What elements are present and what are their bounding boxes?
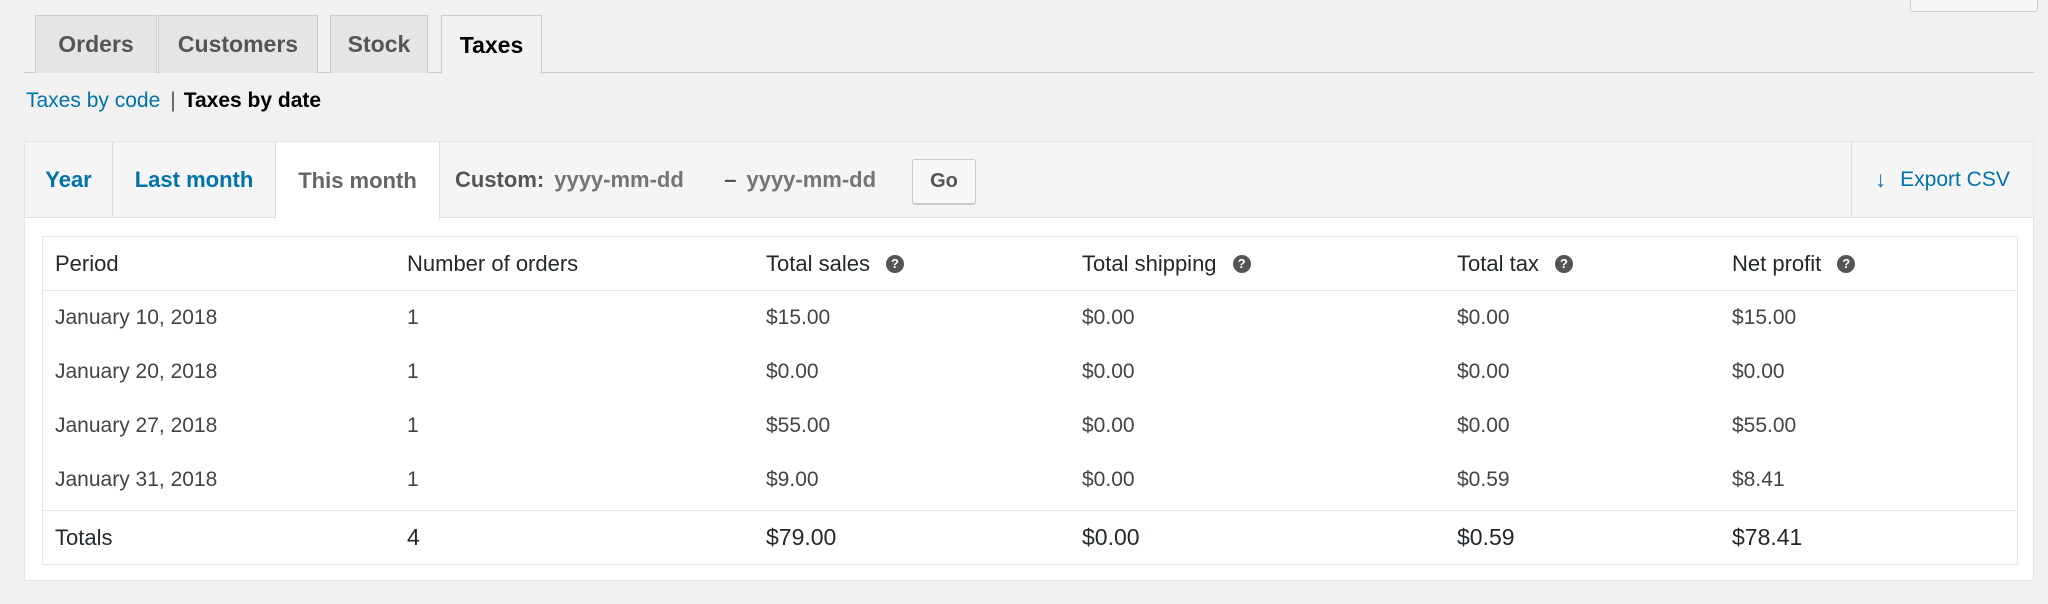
cell-period: January 10, 2018 [55, 306, 218, 329]
cell-sales: $55.00 [766, 414, 831, 437]
cell-shipping: $0.00 [1082, 468, 1135, 491]
tab-stock[interactable]: Stock [330, 15, 428, 73]
date-range-bar: Year Last month This month Custom: – Go … [25, 142, 2033, 219]
tab-taxes[interactable]: Taxes [441, 15, 542, 74]
header-total-sales: Total sales? [766, 237, 904, 290]
cell-sales: $15.00 [766, 306, 831, 329]
totals-shipping: $0.00 [1082, 524, 1140, 550]
custom-range: Custom: – [455, 142, 907, 218]
cell-sales: $0.00 [766, 360, 819, 383]
help-icon[interactable]: ? [885, 254, 904, 273]
go-button[interactable]: Go [912, 159, 976, 204]
report-panel: Year Last month This month Custom: – Go … [24, 141, 2034, 581]
table-totals-row: Totals 4 $79.00 $0.00 $0.59 $78.41 [43, 510, 2017, 564]
cell-net-profit: $8.41 [1732, 468, 1785, 491]
cell-tax: $0.59 [1457, 468, 1510, 491]
end-date-input[interactable] [746, 167, 907, 193]
totals-sales: $79.00 [766, 524, 837, 550]
totals-tax: $0.59 [1457, 524, 1515, 550]
range-this-month[interactable]: This month [276, 142, 440, 219]
table-header-row: Period Number of orders Total sales? Tot… [43, 237, 2017, 291]
table-row: January 20, 2018 1 $0.00 $0.00 $0.00 $0.… [43, 345, 2017, 399]
table-row: January 27, 2018 1 $55.00 $0.00 $0.00 $5… [43, 399, 2017, 453]
range-year[interactable]: Year [25, 142, 113, 218]
header-period: Period [55, 250, 119, 276]
header-total-shipping: Total shipping? [1082, 237, 1251, 290]
totals-net-profit: $78.41 [1732, 524, 1803, 550]
cell-shipping: $0.00 [1082, 360, 1135, 383]
arrow-down-icon: ↓ [1875, 167, 1887, 192]
tab-orders[interactable]: Orders [35, 15, 157, 73]
cell-tax: $0.00 [1457, 414, 1510, 437]
cell-tax: $0.00 [1457, 360, 1510, 383]
custom-label: Custom: [455, 167, 545, 192]
cell-shipping: $0.00 [1082, 306, 1135, 329]
report-nav-tabs: Orders Customers Stock Taxes [24, 15, 2034, 74]
subnav-separator: | [170, 89, 176, 112]
help-icon[interactable]: ? [1837, 254, 1856, 273]
taxes-by-code-link[interactable]: Taxes by code [26, 89, 160, 113]
cell-period: January 20, 2018 [55, 360, 218, 383]
header-number-of-orders: Number of orders [407, 250, 579, 276]
cell-orders: 1 [407, 360, 419, 383]
report-subnav: Taxes by code | Taxes by date [26, 89, 321, 113]
cell-tax: $0.00 [1457, 306, 1510, 329]
table-row: January 10, 2018 1 $15.00 $0.00 $0.00 $1… [43, 291, 2017, 345]
cell-net-profit: $55.00 [1732, 414, 1797, 437]
screen-options-button[interactable] [1910, 0, 2038, 12]
cell-sales: $9.00 [766, 468, 819, 491]
table-row: January 31, 2018 1 $9.00 $0.00 $0.59 $8.… [43, 453, 2017, 507]
start-date-input[interactable] [554, 167, 715, 193]
taxes-by-date-current: Taxes by date [183, 89, 322, 112]
cell-shipping: $0.00 [1082, 414, 1135, 437]
help-icon[interactable]: ? [1554, 254, 1573, 273]
cell-period: January 31, 2018 [55, 468, 218, 491]
help-icon[interactable]: ? [1232, 254, 1251, 273]
totals-label: Totals [55, 524, 113, 550]
header-total-tax: Total tax? [1457, 237, 1573, 290]
date-range-dash: – [724, 167, 737, 192]
cell-period: January 27, 2018 [55, 414, 218, 437]
range-last-month[interactable]: Last month [113, 142, 276, 218]
header-net-profit: Net profit? [1732, 237, 1856, 290]
cell-orders: 1 [407, 306, 419, 329]
cell-net-profit: $15.00 [1732, 306, 1797, 329]
export-csv-button[interactable]: ↓ Export CSV [1851, 142, 2033, 218]
export-csv-label: Export CSV [1900, 168, 2010, 191]
cell-net-profit: $0.00 [1732, 360, 1785, 383]
taxes-table: Period Number of orders Total sales? Tot… [42, 236, 2018, 565]
totals-orders: 4 [407, 524, 420, 550]
cell-orders: 1 [407, 468, 419, 491]
tab-customers[interactable]: Customers [158, 15, 318, 73]
cell-orders: 1 [407, 414, 419, 437]
